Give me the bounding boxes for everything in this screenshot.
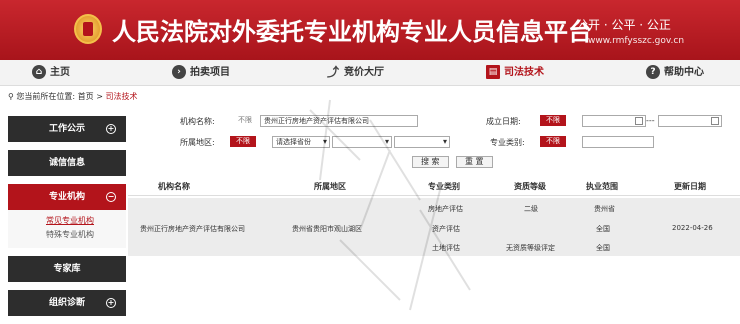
table-row[interactable]: 贵州正行房地产资产评估有限公司 贵州省贵阳市观山湖区 房地产评估 资产评估 土地… xyxy=(128,198,740,256)
site-title: 人民法院对外委托专业机构专业人员信息平台 xyxy=(112,18,592,46)
row-scope-1: 贵州省 xyxy=(594,205,615,213)
row-updated: 2022-04-26 xyxy=(672,224,713,232)
province-select[interactable]: 请选择省份 xyxy=(272,136,330,148)
col-type: 专业类别 xyxy=(428,182,460,191)
search-button[interactable]: 搜 索 xyxy=(412,156,449,168)
collapse-icon: − xyxy=(106,192,116,202)
expand-icon: + xyxy=(106,298,116,308)
sidebar-item-diagnosis[interactable]: 组织诊断 + xyxy=(8,290,126,316)
founded-unlimited[interactable]: 不限 xyxy=(540,115,566,126)
home-icon: ⌂ xyxy=(32,65,46,79)
nav-bidding-hall[interactable]: ⤴ 竞价大厅 xyxy=(326,60,384,86)
sidebar-item-institutions[interactable]: 专业机构 − xyxy=(8,184,126,210)
row-scope-3: 全国 xyxy=(596,244,610,252)
org-name-unlimited[interactable]: 不限 xyxy=(234,115,256,126)
row-region: 贵州省贵阳市观山湖区 xyxy=(292,225,362,233)
nav-help[interactable]: ? 帮助中心 xyxy=(646,60,704,86)
row-type-1: 房地产评估 xyxy=(428,205,463,213)
sidebar-item-credit[interactable]: 诚信信息 xyxy=(8,150,126,176)
expand-icon: + xyxy=(106,124,116,134)
type-unlimited[interactable]: 不限 xyxy=(540,136,566,147)
row-scope-2: 全国 xyxy=(596,225,610,233)
nav-judicial-tech[interactable]: ▤ 司法技术 xyxy=(486,60,544,86)
results-table-header: 机构名称 所属地区 专业类别 资质等级 执业范围 更新日期 xyxy=(128,176,740,196)
nav-home[interactable]: ⌂ 主页 xyxy=(32,60,70,86)
chart-icon: ⤴ xyxy=(326,65,339,79)
breadcrumb-home[interactable]: 首页 xyxy=(78,92,94,101)
type-label: 专业类别: xyxy=(490,138,525,147)
row-type-2: 资产评估 xyxy=(432,225,460,233)
reset-button[interactable]: 重 置 xyxy=(456,156,493,168)
court-emblem-icon xyxy=(74,14,102,44)
org-name-input[interactable]: 贵州正行房地产资产评估有限公司 xyxy=(260,115,418,127)
date-to-input[interactable] xyxy=(658,115,722,127)
col-grade: 资质等级 xyxy=(514,182,546,191)
org-name-label: 机构名称: xyxy=(180,117,215,126)
book-icon: ▤ xyxy=(486,65,500,79)
col-name: 机构名称 xyxy=(158,182,190,191)
city-select[interactable] xyxy=(332,136,392,148)
nav-auction[interactable]: › 拍卖项目 xyxy=(172,60,230,86)
type-input[interactable] xyxy=(582,136,654,148)
slogan: 公开 · 公平 · 公正 xyxy=(576,18,671,32)
calendar-icon xyxy=(711,117,719,125)
breadcrumb-current: 司法技术 xyxy=(105,92,138,101)
col-scope: 执业范围 xyxy=(586,182,618,191)
row-grade-1: 二级 xyxy=(524,205,538,213)
col-updated: 更新日期 xyxy=(674,182,706,191)
row-type-3: 土地评估 xyxy=(432,244,460,252)
calendar-icon xyxy=(635,117,643,125)
sidebar-sub-common[interactable]: 常见专业机构 xyxy=(8,214,126,228)
location-icon: ⚲ xyxy=(8,92,14,101)
sidebar-item-work-notice[interactable]: 工作公示 + xyxy=(8,116,126,142)
gavel-icon: › xyxy=(172,65,186,79)
breadcrumb: ⚲ 您当前所在位置: 首页 > 司法技术 xyxy=(8,92,138,101)
sidebar-sub-special[interactable]: 特殊专业机构 xyxy=(8,228,126,242)
site-url: www.rmfysszc.gov.cn xyxy=(588,36,685,46)
date-from-input[interactable] xyxy=(582,115,646,127)
col-region: 所属地区 xyxy=(314,182,346,191)
help-icon: ? xyxy=(646,65,660,79)
row-org-name[interactable]: 贵州正行房地产资产评估有限公司 xyxy=(140,224,245,234)
sidebar-submenu: 常见专业机构 特殊专业机构 xyxy=(8,210,126,248)
founded-date-label: 成立日期: xyxy=(486,117,521,126)
region-unlimited[interactable]: 不限 xyxy=(230,136,256,147)
sidebar: 工作公示 + 诚信信息 专业机构 − 常见专业机构 特殊专业机构 专家库 组织诊断 + xyxy=(8,116,126,324)
main-nav: ⌂ 主页 › 拍卖项目 ⤴ 竞价大厅 ▤ 司法技术 ? 帮助中心 xyxy=(0,60,740,86)
sidebar-item-experts[interactable]: 专家库 xyxy=(8,256,126,282)
row-grade-3: 无资质等级评定 xyxy=(506,244,555,252)
region-label: 所属地区: xyxy=(180,138,215,147)
district-select[interactable] xyxy=(394,136,450,148)
site-header: 人民法院对外委托专业机构专业人员信息平台 公开 · 公平 · 公正 www.rm… xyxy=(0,0,740,60)
